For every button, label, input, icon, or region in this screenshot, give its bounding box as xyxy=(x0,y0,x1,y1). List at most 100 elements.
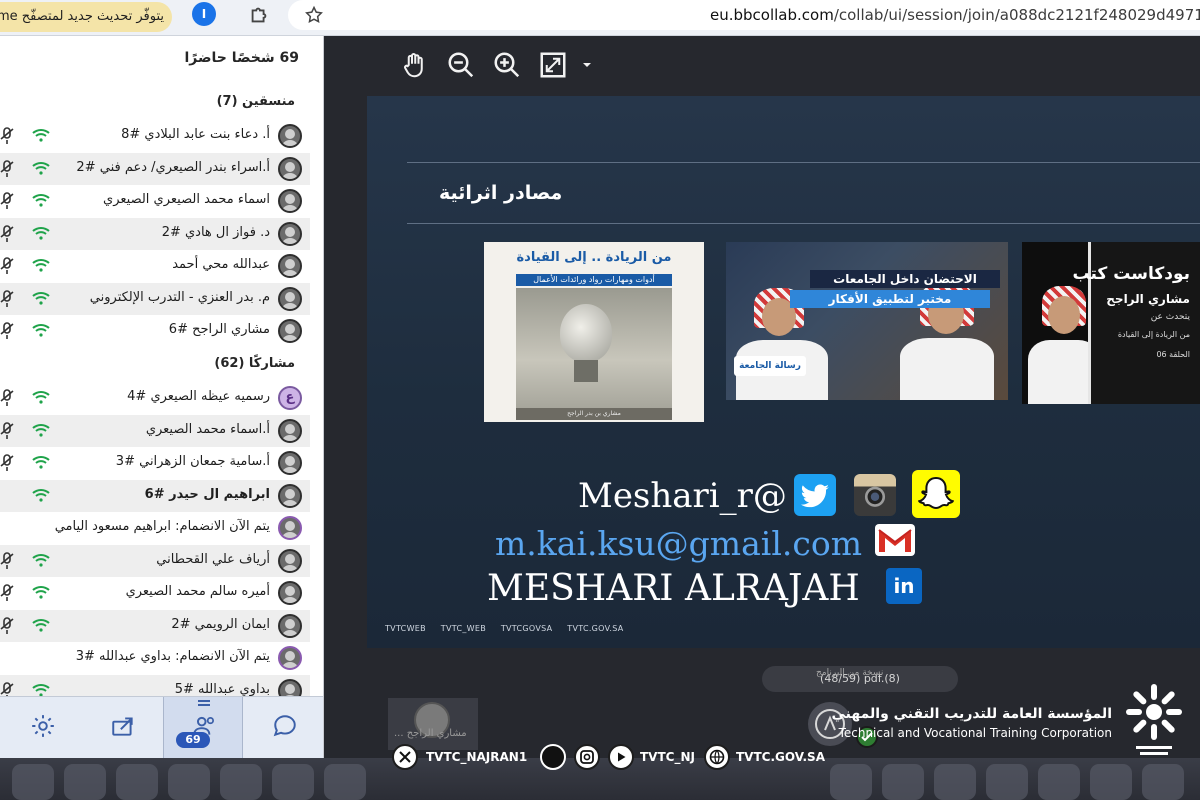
attendee-name: ابراهيم ال حيدر #6 xyxy=(144,486,270,502)
mic-muted-icon xyxy=(0,322,14,339)
x-twitter-icon xyxy=(392,744,418,770)
participants-heading[interactable]: مشاركًا (62) xyxy=(214,356,295,371)
zoom-out-icon[interactable] xyxy=(446,50,476,80)
podcast-thumbnail: بودكاست كتب مشاري الراجح يتحدث عن من الر… xyxy=(1022,242,1200,404)
content-stage: مصادر اثرائية من الريادة .. إلى القيادة … xyxy=(324,36,1200,761)
chevron-down-icon[interactable] xyxy=(580,50,594,80)
attendee-avatar xyxy=(278,516,302,540)
dock-app[interactable] xyxy=(12,764,54,800)
settings-button[interactable] xyxy=(2,697,82,758)
attendee-avatar xyxy=(278,548,302,573)
dock-app[interactable] xyxy=(934,764,976,800)
attendee-avatar xyxy=(278,319,302,343)
panel-toolbar xyxy=(0,696,323,758)
video-logo: رسالة الجامعة xyxy=(734,356,806,376)
tvtc-emblem-icon xyxy=(1126,684,1182,761)
pan-hand-icon[interactable] xyxy=(400,50,430,80)
chat-bubble-icon xyxy=(273,715,296,737)
attendees-button[interactable] xyxy=(163,697,243,758)
browser-toolbar: يتوفّر تحديث جديد لمتصفّح Chrome I eu.bb… xyxy=(0,0,1200,36)
attendee-row[interactable]: أرياف علي القحطاني xyxy=(0,544,310,577)
attendee-row[interactable]: د. فواز ال هادي #2 xyxy=(0,217,310,250)
active-speaker-tile[interactable]: مشاري الراجح ... xyxy=(388,698,478,750)
attendee-row[interactable]: يتم الآن الانضمام: بداوي عبدالله #3 xyxy=(0,642,310,674)
attendee-row[interactable]: م. بدر العنزي - التدرب الإلكتروني xyxy=(0,282,310,315)
attendee-name: بداوي عبدالله #5 xyxy=(174,681,270,697)
attendee-row[interactable]: أ.اسماء محمد الصيعري xyxy=(0,414,310,447)
attendee-row[interactable]: مشاري الراجح #6 xyxy=(0,315,310,347)
share-content-button[interactable] xyxy=(82,697,162,758)
attendee-avatar xyxy=(278,254,302,278)
update-chrome-button[interactable]: يتوفّر تحديث جديد لمتصفّح Chrome xyxy=(0,2,172,32)
zoom-in-icon[interactable] xyxy=(492,50,522,80)
attendee-avatar xyxy=(278,156,302,181)
bookmark-star-icon[interactable] xyxy=(304,5,324,25)
instagram-icon xyxy=(854,474,896,516)
dock-app[interactable] xyxy=(324,764,366,800)
chat-button[interactable] xyxy=(244,697,323,758)
connection-wifi-icon xyxy=(32,488,50,502)
snapchat-small-icon xyxy=(540,744,566,770)
dock-app[interactable] xyxy=(1090,764,1132,800)
attendee-name: أميره سالم محمد الصيعري xyxy=(125,584,270,599)
instagram-small-icon xyxy=(574,744,600,770)
url-text: eu.bbcollab.com/collab/ui/session/join/a… xyxy=(710,6,1200,24)
gear-icon xyxy=(32,715,54,737)
twitter-icon xyxy=(794,474,836,516)
attendee-row[interactable]: يتم الآن الانضمام: ابراهيم مسعود اليامي xyxy=(0,512,310,544)
attendee-name: د. فواز ال هادي #2 xyxy=(161,224,270,240)
attendee-row[interactable]: أ.سامية جمعان الزهراني #3 xyxy=(0,447,310,479)
attendee-name: أ.اسماء محمد الصيعري xyxy=(145,421,270,437)
dock-app[interactable] xyxy=(168,764,210,800)
dock-app[interactable] xyxy=(830,764,872,800)
attendee-avatar xyxy=(278,613,302,638)
connection-wifi-icon xyxy=(32,324,50,337)
mic-muted-icon xyxy=(0,224,14,242)
dock-app[interactable] xyxy=(272,764,314,800)
attendee-name: ايمان الرويمي #2 xyxy=(171,616,270,632)
book-cover: من الريادة .. إلى القيادة أدوات ومهارات … xyxy=(484,242,704,422)
mic-muted-icon xyxy=(0,584,14,601)
org-name-english: Technical and Vocational Training Corpor… xyxy=(838,726,1112,740)
website-url: TVTC.GOV.SA xyxy=(736,750,825,764)
dock-app[interactable] xyxy=(116,764,158,800)
dock-app[interactable] xyxy=(64,764,106,800)
moderators-heading[interactable]: منسقين (7) xyxy=(217,94,295,109)
attendee-row[interactable]: أ.اسراء بندر الصيعري/ دعم فني #2 xyxy=(0,152,310,185)
attendee-row[interactable]: ع ر رسميه عيظه الصيعري #4 xyxy=(0,382,310,414)
organization-logo: المؤسسة العامة للتدريب التقني والمهني Te… xyxy=(832,676,1192,766)
extensions-puzzle-icon[interactable] xyxy=(248,4,270,26)
mic-muted-icon xyxy=(0,159,14,177)
connection-wifi-icon xyxy=(32,456,50,469)
mic-muted-icon xyxy=(0,127,14,144)
profile-avatar[interactable]: I xyxy=(192,2,216,26)
snapchat-icon xyxy=(912,470,960,518)
podcast-topic: من الريادة إلى القيادة xyxy=(1117,330,1190,339)
dock-app[interactable] xyxy=(1142,764,1184,800)
dock-app[interactable] xyxy=(986,764,1028,800)
attendee-row[interactable]: ايمان الرويمي #2 xyxy=(0,609,310,642)
attendee-row[interactable]: ابراهيم ال حيدر #6 xyxy=(0,479,310,512)
fit-screen-icon[interactable] xyxy=(538,50,568,80)
attendee-row[interactable]: عبدالله محي أحمد xyxy=(0,250,310,282)
attendee-row[interactable]: أميره سالم محمد الصيعري xyxy=(0,577,310,609)
share-icon xyxy=(112,717,133,736)
address-bar[interactable]: eu.bbcollab.com/collab/ui/session/join/a… xyxy=(288,0,1200,30)
presentation-slide: مصادر اثرائية من الريادة .. إلى القيادة … xyxy=(367,96,1200,648)
dock-app[interactable] xyxy=(220,764,262,800)
connection-wifi-icon xyxy=(32,291,50,305)
attendee-avatar xyxy=(278,418,302,443)
macos-dock xyxy=(0,758,1200,800)
podcast-title: بودكاست كتب xyxy=(1072,264,1191,284)
book-subtitle: أدوات ومهارات رواد ورائدات الأعمال xyxy=(516,274,672,286)
video-subheadline: مختبر لتطبيق الأفكار xyxy=(790,290,990,308)
dock-app[interactable] xyxy=(1038,764,1080,800)
slide-divider-top xyxy=(407,162,1200,163)
attendee-row[interactable]: اسماء محمد الصيعري الصيعري xyxy=(0,185,310,217)
attendee-row[interactable]: أ. دعاء بنت عابد البلادي #8 xyxy=(0,120,310,152)
attendee-name: أ.اسراء بندر الصيعري/ دعم فني #2 xyxy=(76,159,270,175)
presentation-toolbar xyxy=(324,36,1200,94)
gmail-icon xyxy=(875,524,915,556)
podcast-host: مشاري الراجح xyxy=(1106,292,1190,306)
dock-app[interactable] xyxy=(882,764,924,800)
